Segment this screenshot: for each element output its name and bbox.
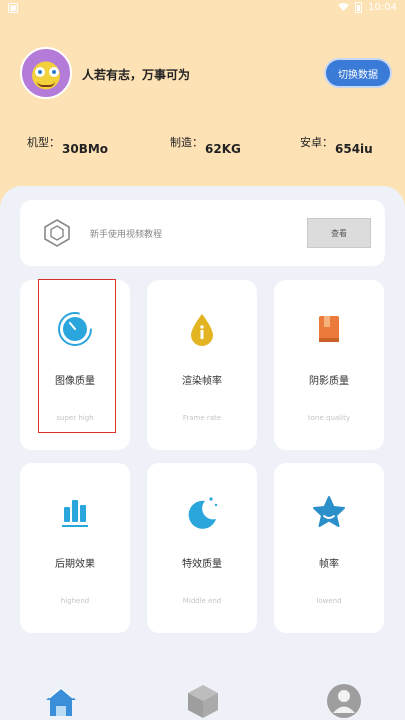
card-frame-rate[interactable]: 渲染帧率 Frame rate: [147, 280, 257, 450]
card-title: 渲染帧率: [182, 376, 222, 387]
book-icon: [319, 316, 339, 342]
spec-maker: 制造： 62KG: [170, 134, 241, 156]
cube-icon[interactable]: [184, 682, 222, 720]
tutorial-banner: 新手使用视频教程 查看: [20, 200, 385, 266]
card-effect-quality[interactable]: 特效质量 Middle end: [147, 463, 257, 633]
card-subtitle: lowend: [316, 597, 342, 605]
avatar[interactable]: [20, 47, 72, 99]
card-shadow-quality[interactable]: 阴影质量 tone quality: [274, 280, 384, 450]
selection-highlight: [38, 279, 116, 433]
card-title: 特效质量: [182, 559, 222, 570]
card-subtitle: Middle end: [182, 597, 222, 605]
spec-android-label: 安卓：: [300, 136, 333, 149]
bars-icon: [62, 500, 88, 527]
switch-data-button[interactable]: 切换数据: [326, 60, 390, 86]
spec-model-label: 机型：: [27, 136, 60, 149]
header-background: [0, 0, 405, 215]
content-panel: [0, 186, 405, 720]
card-subtitle: Frame rate: [182, 414, 222, 422]
star-icon: [313, 496, 345, 527]
card-title: 帧率: [319, 559, 339, 570]
wifi-icon: [338, 3, 350, 12]
card-subtitle: highend: [60, 597, 90, 605]
card-post-effect[interactable]: 后期效果 highend: [20, 463, 130, 633]
notification-icon: ■: [8, 3, 18, 13]
tutorial-text: 新手使用视频教程: [90, 230, 163, 240]
view-button[interactable]: 查看: [307, 218, 371, 248]
user-icon[interactable]: [325, 682, 363, 720]
spec-android: 安卓： 654iu: [300, 134, 373, 156]
moon-icon: [188, 497, 218, 529]
hexagon-icon: [44, 219, 70, 247]
bottom-nav: [0, 680, 405, 720]
status-time: 10:04: [368, 2, 397, 13]
drop-icon: [191, 314, 213, 346]
spec-android-value: 654iu: [335, 142, 373, 156]
spec-maker-label: 制造：: [170, 136, 203, 149]
card-title: 阴影质量: [309, 376, 349, 387]
spec-model: 机型： 30BMo: [27, 134, 108, 156]
card-frame[interactable]: 帧率 lowend: [274, 463, 384, 633]
card-title: 后期效果: [55, 559, 95, 570]
status-bar: ■ 10:04: [0, 0, 405, 18]
profile-motto: 人若有志，万事可为: [82, 68, 191, 82]
spec-maker-value: 62KG: [205, 142, 241, 156]
spec-model-value: 30BMo: [62, 142, 109, 156]
card-subtitle: tone quality: [308, 414, 350, 422]
home-icon[interactable]: [42, 682, 80, 720]
battery-icon: [355, 2, 363, 13]
